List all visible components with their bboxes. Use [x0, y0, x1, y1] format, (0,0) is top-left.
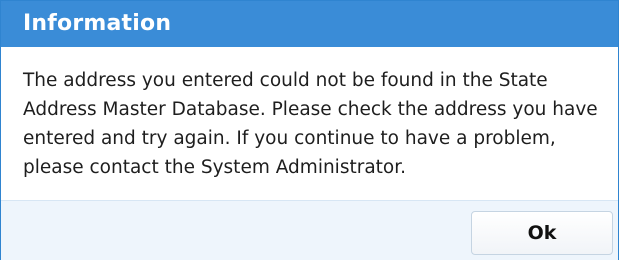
dialog-message: The address you entered could not be fou…	[23, 70, 598, 178]
information-dialog: Information The address you entered coul…	[0, 0, 619, 260]
dialog-title: Information	[23, 11, 172, 36]
dialog-footer: Ok	[1, 200, 618, 260]
dialog-title-bar: Information	[1, 1, 618, 47]
ok-button[interactable]: Ok	[471, 211, 613, 255]
